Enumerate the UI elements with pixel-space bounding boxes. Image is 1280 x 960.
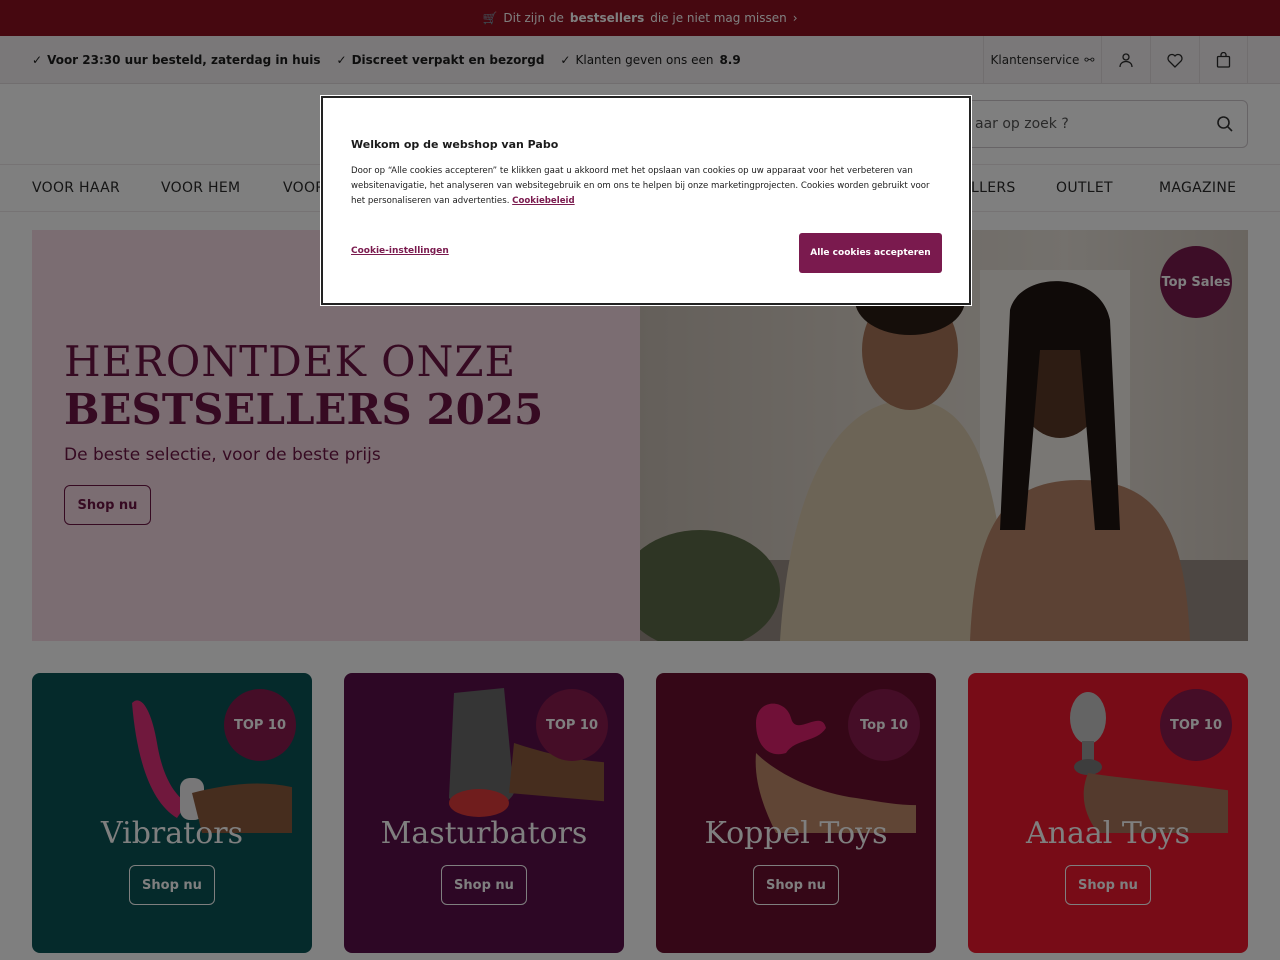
cookie-dialog-body: Door op “Alle cookies accepteren” te kli… [351,166,930,206]
cookie-consent-dialog: Welkom op de webshop van Pabo Door op “A… [321,96,971,305]
accept-all-cookies-button[interactable]: Alle cookies accepteren [799,233,942,273]
cookie-dialog-text: Door op “Alle cookies accepteren” te kli… [351,164,941,209]
cookie-settings-button[interactable]: Cookie-instellingen [351,246,449,256]
cookie-policy-link[interactable]: Cookiebeleid [512,196,574,206]
cookie-dialog-title: Welkom op de webshop van Pabo [351,138,559,151]
